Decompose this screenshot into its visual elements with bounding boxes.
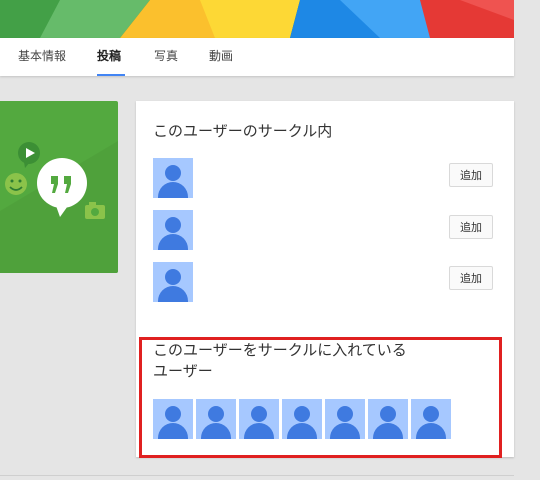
add-button[interactable]: 追加: [449, 163, 493, 187]
cover-banner: [0, 0, 514, 38]
person-icon-head: [165, 165, 181, 181]
add-button[interactable]: 追加: [449, 215, 493, 239]
person-icon-head: [165, 269, 181, 285]
tab-videos[interactable]: 動画: [209, 47, 233, 64]
avatar[interactable]: [153, 210, 193, 250]
smiley-icon: [5, 173, 27, 195]
avatar[interactable]: [153, 158, 193, 198]
add-button[interactable]: 追加: [449, 266, 493, 290]
profile-tab-bar: 基本情報 投稿 写真 動画: [0, 38, 514, 76]
person-icon-body: [158, 234, 188, 250]
in-circles-title: このユーザーのサークル内: [153, 122, 333, 140]
divider: [0, 475, 514, 476]
tab-posts[interactable]: 投稿: [97, 47, 121, 64]
tab-about[interactable]: 基本情報: [18, 47, 66, 64]
person-icon-body: [158, 286, 188, 302]
avatar[interactable]: [153, 262, 193, 302]
play-icon: [18, 142, 40, 168]
hangouts-card[interactable]: [0, 101, 118, 273]
tab-photos[interactable]: 写真: [154, 47, 178, 64]
person-icon-head: [165, 217, 181, 233]
active-tab-indicator: [97, 74, 125, 76]
highlight-box: [139, 337, 502, 458]
person-icon-body: [158, 182, 188, 198]
